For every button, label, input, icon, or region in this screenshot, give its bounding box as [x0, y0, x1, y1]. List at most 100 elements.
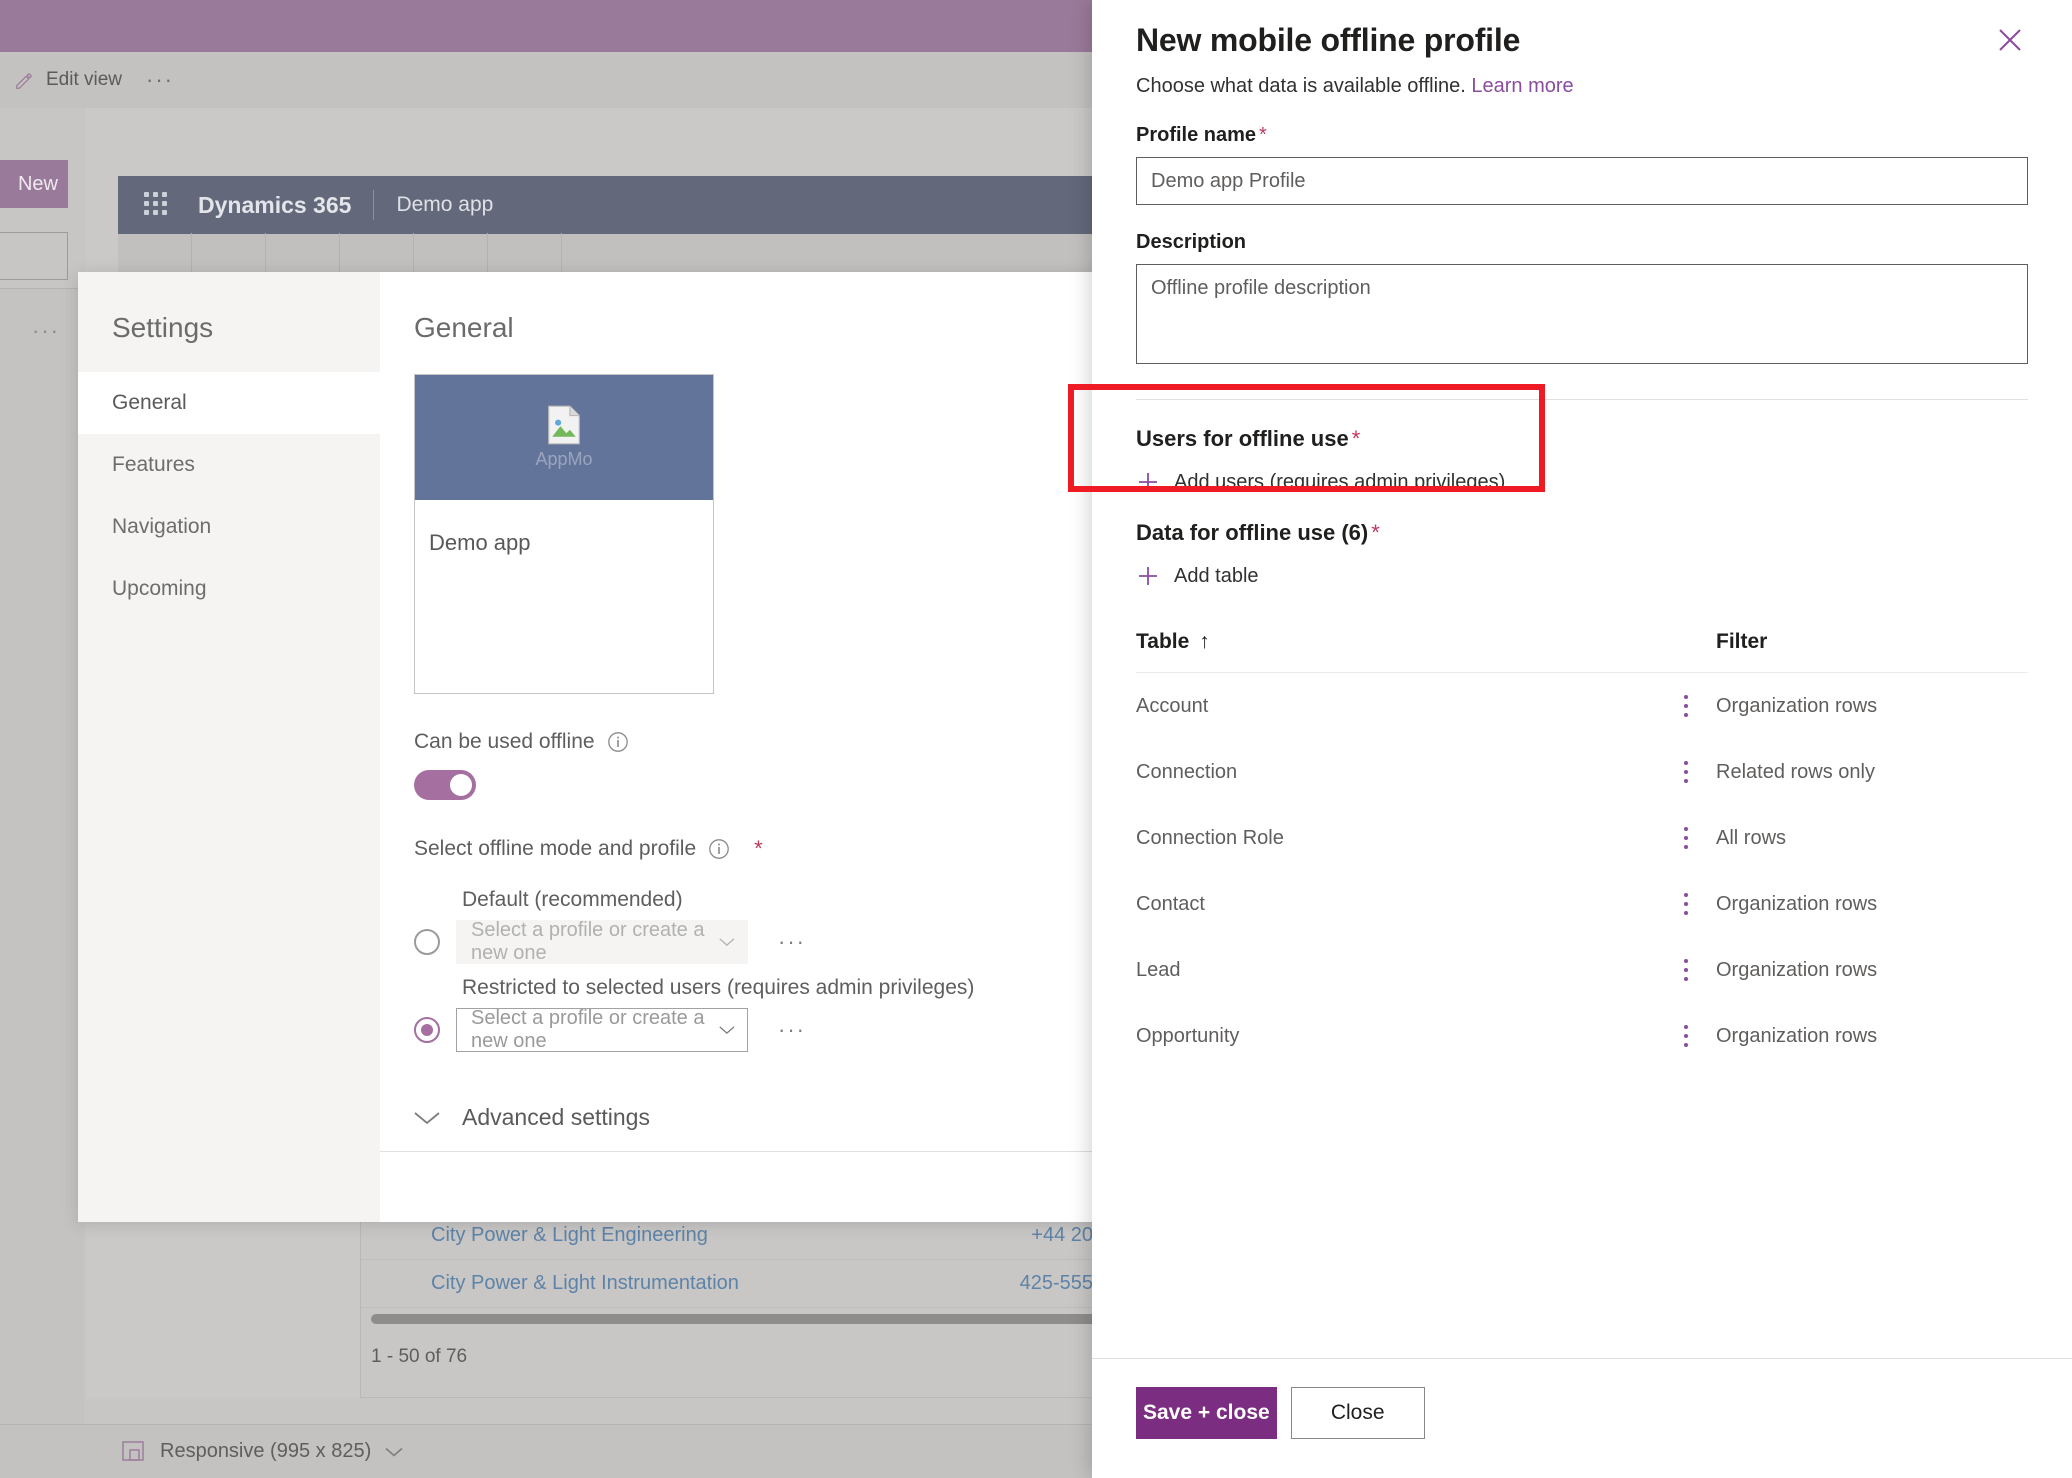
kebab-menu-icon	[1683, 695, 1689, 717]
row-phone: +44 20	[1031, 1224, 1093, 1246]
sort-ascending-icon: ↑	[1199, 630, 1210, 653]
row-more-commands-button[interactable]	[1656, 827, 1716, 849]
pager-label: 1 - 50 of 76	[371, 1346, 468, 1367]
column-header-filter[interactable]: Filter	[1716, 630, 1767, 654]
chevron-down-icon	[385, 1447, 403, 1456]
info-icon[interactable]	[607, 731, 629, 753]
offline-tables-header: Table ↑ Filter	[1136, 630, 2028, 673]
backdrop-command-bar: Edit view ···	[0, 52, 1110, 108]
panel-subtitle-text: Choose what data is available offline.	[1136, 75, 1466, 97]
table-row[interactable]: Opportunity Organization rows	[1136, 1003, 2028, 1069]
backdrop-left-strip	[0, 288, 84, 1478]
table-row[interactable]: Account Organization rows	[1136, 673, 2028, 739]
waffle-icon[interactable]	[144, 192, 170, 218]
app-settings-flyout: Settings General Features Navigation Upc…	[78, 272, 1110, 1222]
offline-mode-option-restricted: Restricted to selected users (requires a…	[414, 976, 1110, 1052]
close-panel-button[interactable]: Close	[1290, 1387, 1425, 1439]
info-icon[interactable]	[708, 838, 730, 860]
backdrop-search-box[interactable]	[0, 232, 68, 280]
add-users-label: Add users (requires admin privileges)	[1174, 470, 1506, 493]
row-more-commands-button[interactable]	[1656, 1025, 1716, 1047]
page-title: General	[414, 312, 514, 343]
add-users-button[interactable]: Add users (requires admin privileges)	[1136, 470, 2028, 494]
cell-filter-value: Organization rows	[1716, 958, 1878, 981]
cell-table-name: Connection Role	[1136, 826, 1284, 849]
sidebar-item-features[interactable]: Features	[78, 434, 380, 496]
left-overflow-button[interactable]: ···	[32, 318, 60, 344]
app-preview-card: AppMo Demo app	[414, 374, 714, 694]
cell-filter-value: All rows	[1716, 826, 1787, 849]
profile-name-input[interactable]	[1136, 157, 2028, 205]
sidebar-item-upcoming[interactable]: Upcoming	[78, 558, 380, 620]
panel-body: New mobile offline profile Choose what d…	[1092, 0, 2072, 1358]
table-row[interactable]: City Power & Light Instrumentation 425-5…	[361, 1260, 1109, 1308]
cell-filter-value: Organization rows	[1716, 1024, 1878, 1047]
settings-title: Settings	[112, 312, 214, 343]
chevron-down-icon	[719, 938, 735, 947]
radio-default[interactable]	[414, 929, 440, 955]
pencil-icon	[16, 73, 32, 89]
cell-table-name: Account	[1136, 694, 1209, 717]
close-icon	[1999, 29, 2021, 51]
settings-footer-divider	[380, 1151, 1110, 1152]
advanced-settings-toggle[interactable]: Advanced settings	[414, 1104, 1110, 1131]
row-more-commands-button[interactable]	[1656, 893, 1716, 915]
users-section-label: Users for offline use *	[1136, 426, 2028, 452]
new-button-label: New	[17, 172, 58, 195]
offline-mode-row: Select offline mode and profile *	[414, 836, 1110, 862]
profile-name-label: Profile name *	[1136, 124, 2028, 147]
table-row[interactable]: Lead Organization rows	[1136, 937, 2028, 1003]
responsive-size-selector[interactable]: Responsive (995 x 825)	[122, 1440, 403, 1463]
add-table-button[interactable]: Add table	[1136, 564, 2028, 588]
horizontal-scrollbar[interactable]	[371, 1314, 1101, 1324]
row-more-commands-button[interactable]	[1656, 959, 1716, 981]
save-and-close-button[interactable]: Save + close	[1136, 1387, 1277, 1439]
row-more-commands-button[interactable]	[1656, 695, 1716, 717]
restricted-profile-combobox[interactable]: Select a profile or create a new one	[456, 1007, 748, 1052]
column-header-table-label: Table	[1136, 630, 1190, 653]
description-textarea[interactable]	[1136, 264, 2028, 364]
row-name-link[interactable]: City Power & Light Instrumentation	[431, 1272, 739, 1295]
learn-more-link[interactable]: Learn more	[1471, 75, 1573, 97]
table-row[interactable]: Contact Organization rows	[1136, 871, 2028, 937]
cell-filter-value: Organization rows	[1716, 694, 1878, 717]
responsive-size-label: Responsive (995 x 825)	[160, 1440, 372, 1462]
backdrop-record-grid: City Power & Light Engineering +44 20 Ci…	[360, 1212, 1110, 1398]
command-overflow-button[interactable]: ···	[146, 69, 174, 91]
app-thumbnail: AppMo	[415, 375, 713, 500]
sidebar-item-label: General	[112, 391, 187, 414]
row-name-link[interactable]: City Power & Light Engineering	[431, 1224, 708, 1247]
advanced-settings-label: Advanced settings	[462, 1104, 650, 1130]
default-profile-combobox[interactable]: Select a profile or create a new one	[456, 919, 748, 964]
panel-title: New mobile offline profile	[1136, 22, 1521, 58]
panel-header: New mobile offline profile	[1136, 22, 2028, 59]
kebab-menu-icon	[1683, 761, 1689, 783]
app-card-name: Demo app	[429, 530, 531, 555]
sidebar-item-general[interactable]: General	[78, 372, 380, 434]
responsive-layout-icon	[122, 1440, 144, 1461]
edit-view-button[interactable]: Edit view	[14, 69, 122, 91]
data-section-label-text: Data for offline use (6)	[1136, 520, 1369, 545]
sidebar-item-navigation[interactable]: Navigation	[78, 496, 380, 558]
default-profile-overflow-button[interactable]: ···	[778, 929, 806, 955]
add-table-label: Add table	[1174, 564, 1259, 587]
product-name: Dynamics 365	[198, 191, 352, 218]
panel-footer: Save + close Close	[1092, 1358, 2072, 1478]
sidebar-item-label: Features	[112, 453, 195, 476]
radio-restricted[interactable]	[414, 1017, 440, 1043]
offline-mode-radio-group: Default (recommended) Select a profile o…	[414, 888, 1110, 1052]
row-more-commands-button[interactable]	[1656, 761, 1716, 783]
restricted-profile-overflow-button[interactable]: ···	[778, 1017, 806, 1043]
chevron-down-icon	[719, 1026, 735, 1035]
table-row[interactable]: Connection Role All rows	[1136, 805, 2028, 871]
column-header-table[interactable]: Table ↑	[1136, 630, 1716, 654]
plus-icon	[1139, 567, 1157, 585]
kebab-menu-icon	[1683, 959, 1689, 981]
table-row[interactable]: Connection Related rows only	[1136, 739, 2028, 805]
row-phone: 425-555	[1019, 1272, 1093, 1294]
offline-mode-option-default: Default (recommended) Select a profile o…	[414, 888, 1110, 964]
can-be-used-offline-toggle[interactable]	[414, 770, 476, 800]
chevron-down-icon	[414, 1111, 440, 1124]
new-button[interactable]: New	[0, 160, 68, 208]
close-button[interactable]	[1992, 22, 2028, 58]
